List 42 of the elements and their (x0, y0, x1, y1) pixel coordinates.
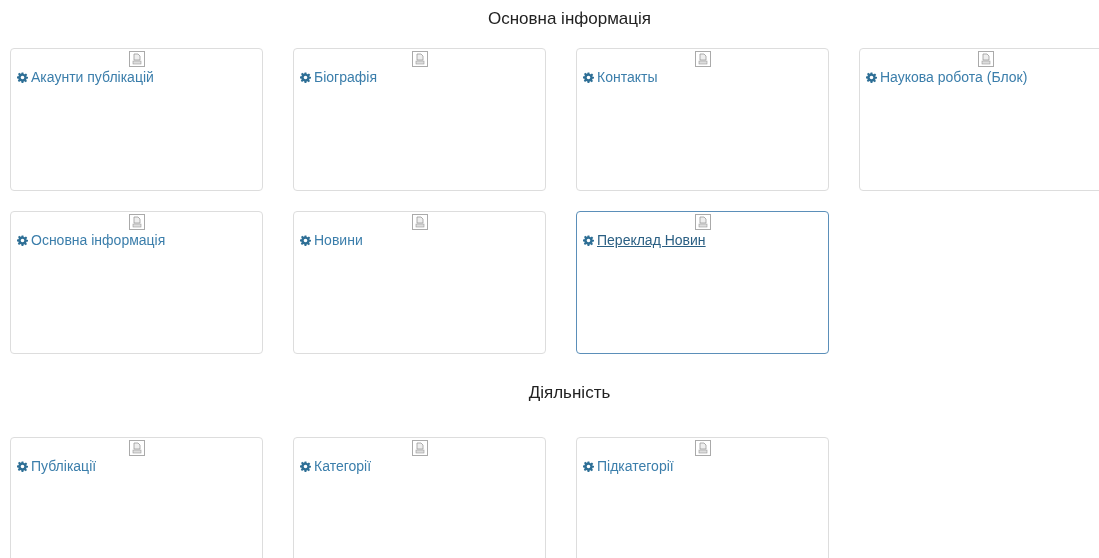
module-card[interactable]: Біографія (293, 48, 546, 191)
gear-icon (583, 460, 594, 472)
gear-icon (583, 71, 594, 83)
card-link[interactable]: Підкатегорії (597, 458, 674, 474)
gear-icon (583, 234, 594, 246)
broken-image-icon (977, 51, 994, 67)
gear-icon (17, 460, 28, 472)
module-card[interactable]: Контакты (576, 48, 829, 191)
module-card[interactable]: Основна інформація (10, 211, 263, 354)
card-link[interactable]: Переклад Новин (597, 232, 706, 248)
module-card[interactable]: Публікації (10, 437, 263, 558)
broken-image-icon (411, 51, 428, 67)
module-card[interactable]: Категорії (293, 437, 546, 558)
card-link[interactable]: Новини (314, 232, 363, 248)
card-link[interactable]: Наукова робота (Блок) (880, 69, 1028, 85)
section-heading: Діяльність (527, 383, 612, 403)
broken-image-icon (128, 214, 145, 230)
gear-icon (300, 234, 311, 246)
broken-image-icon (694, 51, 711, 67)
gear-icon (866, 71, 877, 83)
card-link[interactable]: Категорії (314, 458, 372, 474)
module-card[interactable]: Наукова робота (Блок) (859, 48, 1099, 191)
card-link[interactable]: Акаунти публікацій (31, 69, 154, 85)
gear-icon (17, 71, 28, 83)
card-link[interactable]: Основна інформація (31, 232, 166, 248)
gear-icon (300, 71, 311, 83)
broken-image-icon (694, 214, 711, 230)
section-heading: Основна інформація (486, 9, 653, 29)
broken-image-icon (411, 440, 428, 456)
module-card[interactable]: Новини (293, 211, 546, 354)
card-link[interactable]: Публікації (31, 458, 97, 474)
gear-icon (17, 234, 28, 246)
module-card[interactable]: Підкатегорії (576, 437, 829, 558)
card-link[interactable]: Біографія (314, 69, 377, 85)
broken-image-icon (128, 51, 145, 67)
broken-image-icon (128, 440, 145, 456)
module-card[interactable]: Переклад Новин (576, 211, 829, 354)
card-link[interactable]: Контакты (597, 69, 658, 85)
broken-image-icon (411, 214, 428, 230)
gear-icon (300, 460, 311, 472)
module-card[interactable]: Акаунти публікацій (10, 48, 263, 191)
broken-image-icon (694, 440, 711, 456)
